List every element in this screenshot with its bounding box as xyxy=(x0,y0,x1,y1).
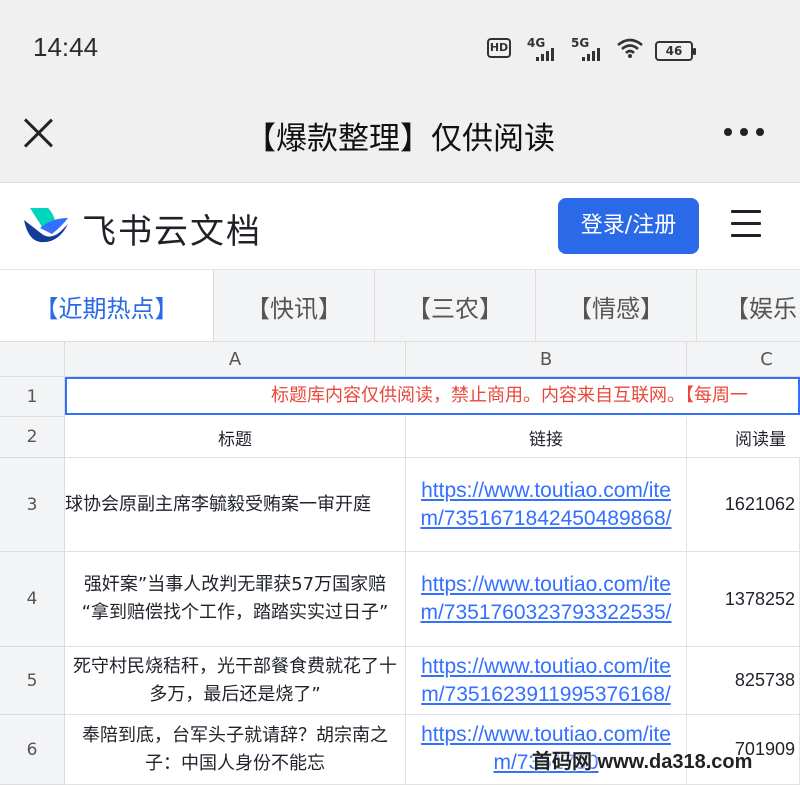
table-cell-reads[interactable]: 1621062 xyxy=(687,458,800,552)
table-cell-title[interactable]: 死守村民烧秸秆，光干部餐食费就花了十多万，最后还是烧了” xyxy=(65,647,406,715)
header-cell-link[interactable]: 链接 xyxy=(406,417,687,458)
battery-icon: 46 xyxy=(655,41,696,61)
row-header-5[interactable]: 5 xyxy=(0,647,65,715)
row-header-4[interactable]: 4 xyxy=(0,552,65,647)
spreadsheet: A B C 1 2 3 4 5 6 标题库内容仅供阅读，禁止商用。内容来自互联网… xyxy=(0,342,800,785)
signal-4g-icon xyxy=(536,48,554,61)
watermark-text: 首码网 www.da318.com xyxy=(532,751,753,773)
table-cell-title[interactable]: 奉陪到底，台军头子就请辞？胡宗南之子：中国人身份不能忘 xyxy=(65,715,406,785)
tab-recent-hot[interactable]: 【近期热点】 xyxy=(0,270,214,341)
hamburger-menu-icon[interactable] xyxy=(731,210,761,240)
row-header-6[interactable]: 6 xyxy=(0,715,65,785)
row-header-2[interactable]: 2 xyxy=(0,417,65,458)
notice-cell[interactable]: 标题库内容仅供阅读，禁止商用。内容来自互联网。【每周一 xyxy=(65,377,800,415)
table-cell-link: https://www.toutiao.com/item/73516718424… xyxy=(406,458,687,552)
app-header: 飞书云文档 登录/注册 xyxy=(0,184,800,270)
tab-news-flash[interactable]: 【快讯】 xyxy=(214,270,375,341)
title-bar: 【爆款整理】仅供阅读 xyxy=(0,95,800,183)
table-cell-link: https://www.toutiao.com/item/73516239119… xyxy=(406,647,687,715)
table-cell-link: https://www.toutiao.com/item/73517603237… xyxy=(406,552,687,647)
table-cell-title[interactable]: 球协会原副主席李毓毅受贿案一审开庭 xyxy=(65,458,406,552)
article-link[interactable]: https://www.toutiao.com/item/73516718424… xyxy=(406,477,686,533)
table-cell-reads[interactable]: 825738 xyxy=(687,647,800,715)
article-link[interactable]: https://www.toutiao.com/item/73516239119… xyxy=(406,653,686,709)
column-header-b[interactable]: B xyxy=(406,342,687,377)
table-cell-title[interactable]: 强奸案”当事人改判无罪获57万国家赔 “拿到赔偿找个工作，踏踏实实过日子” xyxy=(65,552,406,647)
header-cell-title[interactable]: 标题 xyxy=(65,417,406,458)
signal-5g-icon xyxy=(582,48,600,61)
feishu-logo-icon xyxy=(24,208,68,243)
row-header-3[interactable]: 3 xyxy=(0,458,65,552)
cell-text: 死守村民烧秸秆，光干部餐食费就花了十多万，最后还是烧了” xyxy=(73,655,397,705)
tab-agriculture[interactable]: 【三农】 xyxy=(375,270,536,341)
cell-text: 奉陪到底，台军头子就请辞？胡宗南之子：中国人身份不能忘 xyxy=(82,724,388,774)
tab-entertainment[interactable]: 【娱乐 xyxy=(697,270,800,341)
login-button[interactable]: 登录/注册 xyxy=(558,198,699,254)
table-cell-reads[interactable]: 1378252 xyxy=(687,552,800,647)
tab-emotion[interactable]: 【情感】 xyxy=(536,270,697,341)
status-bar: 14:44 HD 4G 5G 46 xyxy=(0,0,800,95)
corner-cell[interactable] xyxy=(0,342,65,377)
status-time: 14:44 xyxy=(33,32,99,62)
cell-text: 强奸案”当事人改判无罪获57万国家赔 “拿到赔偿找个工作，踏踏实实过日子” xyxy=(81,574,389,623)
sheet-tabs: 【近期热点】 【快讯】 【三农】 【情感】 【娱乐 xyxy=(0,270,800,342)
cell-text: 球协会原副主席李毓毅受贿案一审开庭 xyxy=(65,493,371,515)
wifi-icon xyxy=(617,38,643,58)
brand-name: 飞书云文档 xyxy=(82,212,262,252)
more-options-icon[interactable] xyxy=(724,128,764,136)
row-header-1[interactable]: 1 xyxy=(0,377,65,417)
article-link[interactable]: https://www.toutiao.com/item/73517603237… xyxy=(406,571,686,627)
header-cell-reads[interactable]: 阅读量 xyxy=(687,417,800,458)
column-header-a[interactable]: A xyxy=(65,342,406,377)
page-title: 【爆款整理】仅供阅读 xyxy=(245,121,555,157)
hd-voice-icon: HD xyxy=(487,38,511,58)
column-header-c[interactable]: C xyxy=(687,342,800,377)
